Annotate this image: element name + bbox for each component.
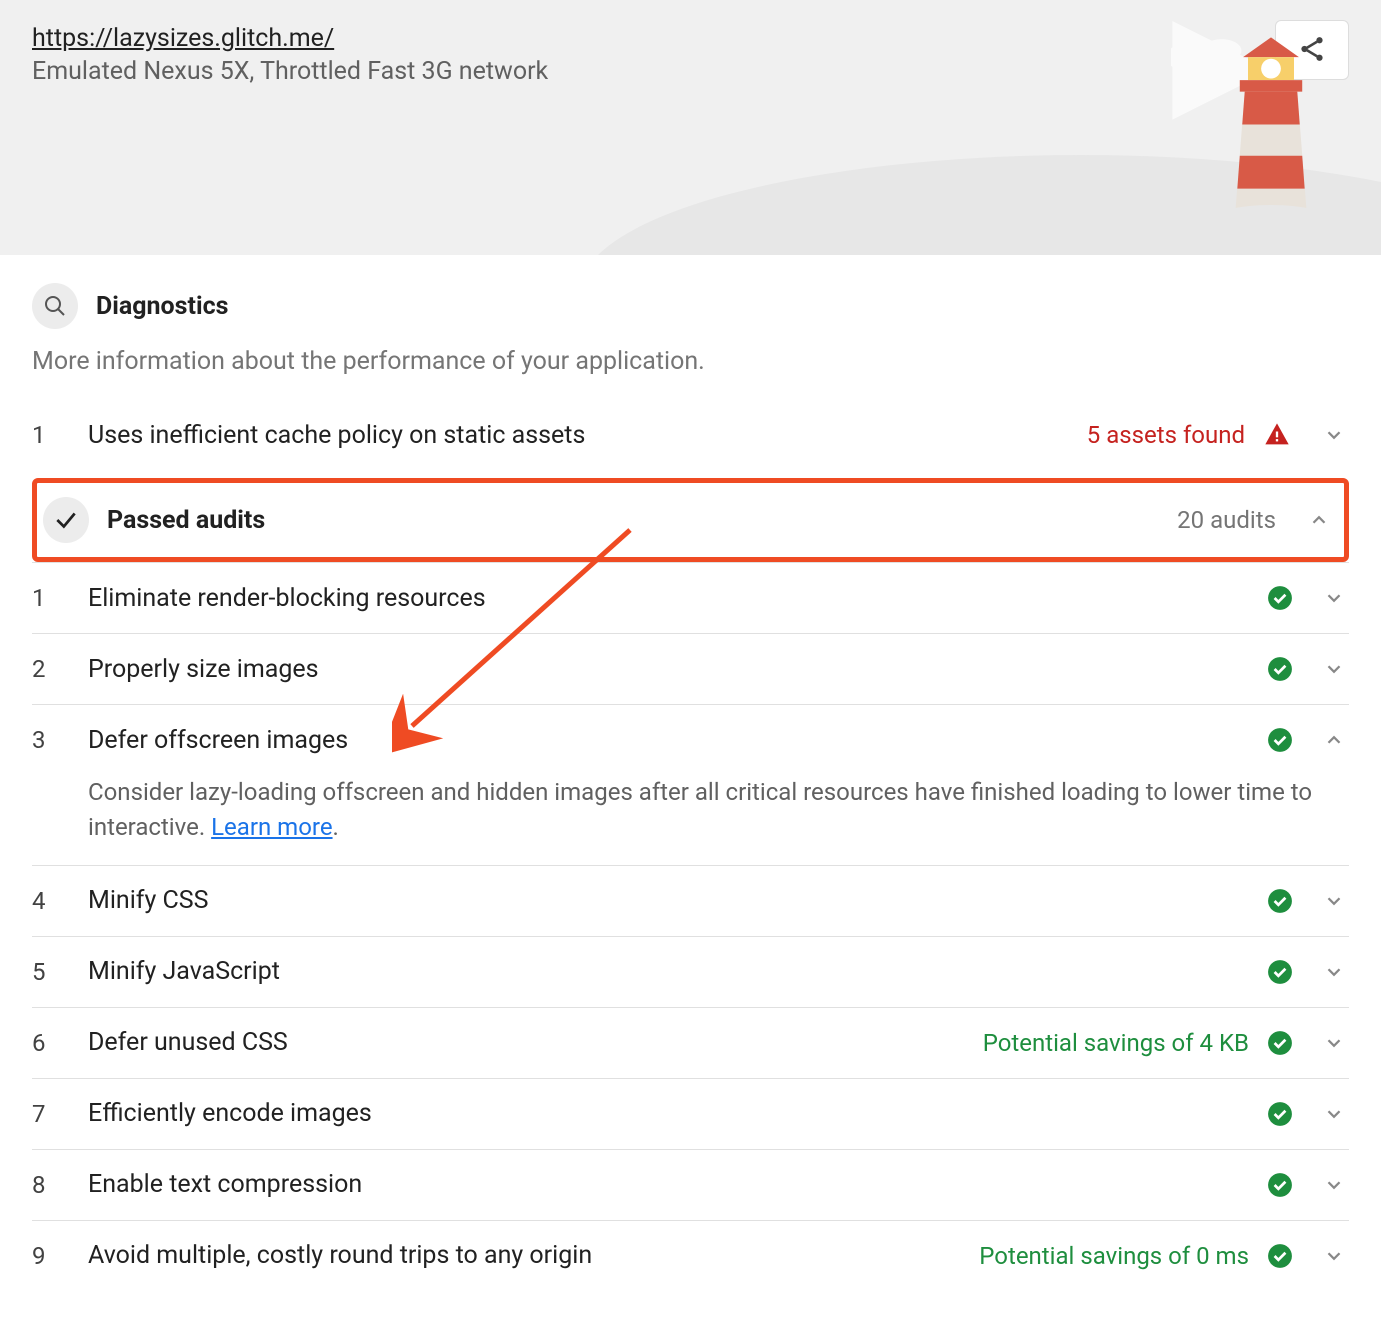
audit-note: Potential savings of 0 ms bbox=[979, 1242, 1249, 1270]
passed-audits-header[interactable]: Passed audits 20 audits bbox=[37, 483, 1344, 557]
expand-button[interactable] bbox=[1319, 886, 1349, 916]
expand-button[interactable] bbox=[1319, 583, 1349, 613]
check-icon bbox=[43, 497, 89, 543]
passed-audits-count: 20 audits bbox=[1177, 506, 1276, 534]
chevron-down-icon bbox=[1323, 587, 1345, 609]
share-icon bbox=[1297, 34, 1327, 67]
expand-button[interactable] bbox=[1319, 957, 1349, 987]
audit-number: 3 bbox=[32, 726, 76, 754]
diagnostics-list: 1 Uses inefficient cache policy on stati… bbox=[32, 400, 1349, 470]
chevron-down-icon bbox=[1323, 890, 1345, 912]
audit-number: 4 bbox=[32, 887, 76, 915]
chevron-down-icon bbox=[1323, 961, 1345, 983]
audit-title: Avoid multiple, costly round trips to an… bbox=[88, 1241, 967, 1270]
audit-number: 1 bbox=[32, 421, 76, 449]
collapse-button[interactable] bbox=[1319, 725, 1349, 755]
diagnostics-header: Diagnostics bbox=[32, 283, 1349, 329]
chevron-down-icon bbox=[1323, 1245, 1345, 1267]
pass-check-icon bbox=[1267, 656, 1293, 682]
ground-decoration bbox=[581, 155, 1381, 255]
expand-button[interactable] bbox=[1319, 1170, 1349, 1200]
expand-button[interactable] bbox=[1319, 420, 1349, 450]
audit-description: Consider lazy-loading offscreen and hidd… bbox=[32, 775, 1349, 865]
pass-check-icon bbox=[1267, 888, 1293, 914]
diagnostic-item[interactable]: 1 Uses inefficient cache policy on stati… bbox=[32, 400, 1349, 470]
audit-title: Enable text compression bbox=[88, 1170, 1255, 1199]
pass-check-icon bbox=[1267, 585, 1293, 611]
audit-title: Uses inefficient cache policy on static … bbox=[88, 421, 1075, 450]
audit-title: Minify CSS bbox=[88, 886, 1255, 915]
passed-audit-item[interactable]: 6 Defer unused CSS Potential savings of … bbox=[32, 1008, 1349, 1078]
audit-number: 5 bbox=[32, 958, 76, 986]
expand-button[interactable] bbox=[1319, 1099, 1349, 1129]
chevron-down-icon bbox=[1323, 1103, 1345, 1125]
passed-audit-item[interactable]: 3 Defer offscreen images bbox=[32, 705, 1349, 775]
passed-audits-title: Passed audits bbox=[107, 506, 1159, 535]
audit-number: 1 bbox=[32, 584, 76, 612]
chevron-down-icon bbox=[1323, 424, 1345, 446]
pass-check-icon bbox=[1267, 1030, 1293, 1056]
audit-title: Defer unused CSS bbox=[88, 1028, 971, 1057]
passed-audit-item[interactable]: 8 Enable text compression bbox=[32, 1150, 1349, 1220]
report-subtitle: Emulated Nexus 5X, Throttled Fast 3G net… bbox=[32, 57, 1349, 86]
passed-audit-item[interactable]: 1 Eliminate render-blocking resources bbox=[32, 563, 1349, 633]
audit-title: Eliminate render-blocking resources bbox=[88, 584, 1255, 613]
search-icon bbox=[32, 283, 78, 329]
pass-check-icon bbox=[1267, 1101, 1293, 1127]
chevron-down-icon bbox=[1323, 1032, 1345, 1054]
audit-note: 5 assets found bbox=[1087, 421, 1245, 449]
audit-title: Properly size images bbox=[88, 655, 1255, 684]
report-header: https://lazysizes.glitch.me/ Emulated Ne… bbox=[0, 0, 1381, 255]
passed-audit-item[interactable]: 4 Minify CSS bbox=[32, 866, 1349, 936]
chevron-down-icon bbox=[1323, 658, 1345, 680]
audit-number: 2 bbox=[32, 655, 76, 683]
passed-audits-list: 1 Eliminate render-blocking resources 2 … bbox=[32, 562, 1349, 1281]
chevron-down-icon bbox=[1323, 1174, 1345, 1196]
report-url-link[interactable]: https://lazysizes.glitch.me/ bbox=[32, 24, 334, 53]
learn-more-link[interactable]: Learn more bbox=[211, 813, 332, 841]
expand-button[interactable] bbox=[1319, 654, 1349, 684]
passed-audits-highlight: Passed audits 20 audits bbox=[32, 478, 1349, 562]
diagnostics-description: More information about the performance o… bbox=[32, 347, 1349, 376]
audit-number: 9 bbox=[32, 1242, 76, 1270]
pass-check-icon bbox=[1267, 959, 1293, 985]
audit-title: Defer offscreen images bbox=[88, 726, 1255, 755]
audit-title: Efficiently encode images bbox=[88, 1099, 1255, 1128]
expand-button[interactable] bbox=[1319, 1241, 1349, 1271]
diagnostics-title: Diagnostics bbox=[96, 292, 228, 321]
audit-number: 8 bbox=[32, 1171, 76, 1199]
chevron-up-icon bbox=[1323, 729, 1345, 751]
audit-number: 7 bbox=[32, 1100, 76, 1128]
pass-check-icon bbox=[1267, 1172, 1293, 1198]
audit-title: Minify JavaScript bbox=[88, 957, 1255, 986]
collapse-button[interactable] bbox=[1304, 505, 1334, 535]
audit-note: Potential savings of 4 KB bbox=[983, 1029, 1249, 1057]
warning-icon bbox=[1263, 421, 1291, 449]
chevron-up-icon bbox=[1308, 509, 1330, 531]
share-button[interactable] bbox=[1275, 20, 1349, 80]
passed-audit-item[interactable]: 7 Efficiently encode images bbox=[32, 1079, 1349, 1149]
passed-audit-item[interactable]: 9 Avoid multiple, costly round trips to … bbox=[32, 1221, 1349, 1281]
audit-number: 6 bbox=[32, 1029, 76, 1057]
expand-button[interactable] bbox=[1319, 1028, 1349, 1058]
pass-check-icon bbox=[1267, 1243, 1293, 1269]
pass-check-icon bbox=[1267, 727, 1293, 753]
passed-audit-item[interactable]: 2 Properly size images bbox=[32, 634, 1349, 704]
passed-audit-item[interactable]: 5 Minify JavaScript bbox=[32, 937, 1349, 1007]
